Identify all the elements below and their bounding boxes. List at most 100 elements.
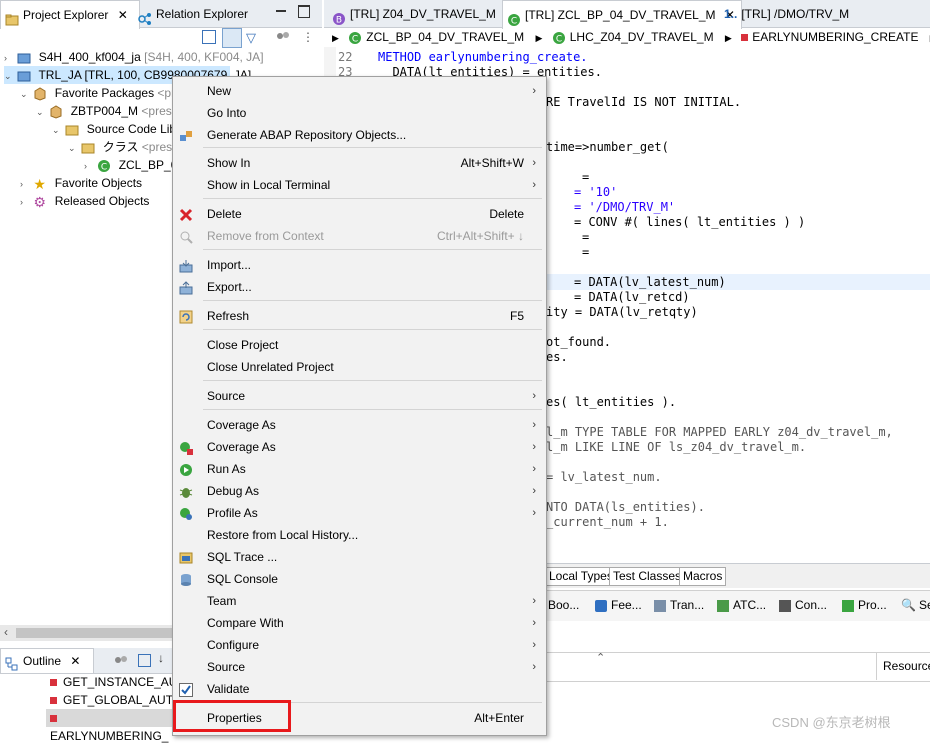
line-number: 22 [338,50,352,65]
tab-macros[interactable]: Macros [679,567,726,586]
tab-relation-explorer[interactable]: Relation Explorer [134,0,254,28]
breadcrumb-local-class[interactable]: LHC_Z04_DV_TRAVEL_M [570,30,714,44]
collapse-icon[interactable]: ⌄ [4,67,14,85]
menu-item-refresh[interactable]: RefreshF5 [173,305,546,327]
menu-item-team[interactable]: Team› [173,590,546,612]
menu-item-restore-from-local-history[interactable]: Restore from Local History... [173,524,546,546]
menu-separator [203,249,542,250]
breadcrumb-method[interactable]: EARLYNUMBERING_CREATE [752,30,918,44]
outline-icon [5,655,19,669]
menu-item-source[interactable]: Source› [173,385,546,407]
scroll-left-icon[interactable]: ‹ [4,625,8,639]
tree-item-class-folder[interactable]: ⌄ クラス <press [68,138,178,156]
tb-label: Boo... [548,598,579,612]
view-bookmarks[interactable]: Boo... [548,597,579,613]
menu-item-go-into[interactable]: Go Into [173,102,546,124]
menu-item-profile-as[interactable]: Profile As› [173,502,546,524]
view-transport[interactable]: Tran... [654,597,704,613]
menu-item-validate[interactable]: Validate [173,678,546,700]
column-label: Resource [883,659,930,673]
folder-icon [81,141,95,155]
generate-icon [179,128,193,142]
minimize-icon[interactable] [276,5,286,15]
tree-item-source-lib[interactable]: ⌄ Source Code Lib [52,120,176,138]
menu-item-label: Export... [207,276,252,298]
menu-item-coverage-as[interactable]: Coverage As› [173,436,546,458]
outline-toolbar-icon[interactable] [114,654,128,666]
submenu-arrow-icon: › [532,458,536,480]
resource-column-header[interactable]: Resource [876,652,930,680]
properties-highlight-box [173,700,291,732]
tree-item-favorite-objects[interactable]: › ★ Favorite Objects [20,174,142,192]
menu-item-sql-trace[interactable]: SQL Trace ... [173,546,546,568]
menu-item-show-in-local-terminal[interactable]: Show in Local Terminal› [173,174,546,196]
console-icon [779,600,791,612]
left-tab-bar: Project Explorer ✕ Relation Explorer [0,0,322,28]
collapse-icon[interactable]: ⌄ [52,121,62,139]
close-icon[interactable]: ✕ [70,654,80,668]
expand-icon[interactable]: › [4,49,14,67]
menu-item-export[interactable]: Export... [173,276,546,298]
relation-explorer-icon [138,8,152,22]
tree-label: Released Objects [55,194,150,208]
tab-local-types[interactable]: Local Types [545,567,617,586]
filter-icon[interactable]: ▽ [246,30,256,46]
tab-editor-behavior[interactable]: B[TRL] Z04_DV_TRAVEL_M [328,0,502,28]
link-with-editor-icon[interactable] [222,28,242,48]
expand-icon[interactable]: › [20,175,30,193]
menu-item-shortcut: Alt+Enter [474,707,524,729]
scroll-thumb[interactable] [16,628,176,638]
breadcrumb-class[interactable]: ZCL_BP_04_DV_TRAVEL_M [366,30,524,44]
view-search[interactable]: 🔍Se [901,597,930,613]
tree-item-s4h[interactable]: › S4H_400_kf004_ja [S4H, 400, KF004, JA] [4,48,264,66]
menu-item-compare-with[interactable]: Compare With› [173,612,546,634]
tab-editor-class[interactable]: C[TRL] ZCL_BP_04_DV_TRAVEL_M ✕ [502,0,742,29]
tab-project-explorer-label: Project Explorer [23,8,108,22]
view-problems[interactable]: Pro... [842,597,887,613]
submenu-arrow-icon: › [532,414,536,436]
view-console[interactable]: Con... [779,597,827,613]
close-icon[interactable]: ✕ [118,8,128,22]
collapse-all-icon[interactable] [202,30,216,44]
menu-item-show-in[interactable]: Show InAlt+Shift+W› [173,152,546,174]
expand-icon[interactable]: › [20,193,30,211]
view-menu-icon[interactable]: ⋮ [302,30,314,44]
tab-outline[interactable]: Outline ✕ [0,648,94,673]
collapse-icon[interactable]: ⌄ [20,85,30,103]
view-options-icon[interactable] [276,30,290,42]
menu-item-new[interactable]: New› [173,80,546,102]
tree-label: S4H_400_kf004_ja [39,50,141,64]
menu-item-close-unrelated-project[interactable]: Close Unrelated Project [173,356,546,378]
view-feed[interactable]: Fee... [595,597,642,613]
sort-icon[interactable]: ↓ [158,651,164,665]
tree-item-favorite-packages[interactable]: ⌄ Favorite Packages <pre [20,84,182,102]
menu-item-delete[interactable]: DeleteDelete [173,203,546,225]
menu-item-label: Compare With [207,612,284,634]
outline-item-selected[interactable]: EARLYNUMBERING_ [46,709,180,727]
menu-item-source[interactable]: Source› [173,656,546,678]
menu-item-generate-abap-repository-objects[interactable]: Generate ABAP Repository Objects... [173,124,546,146]
outline-item[interactable]: GET_GLOBAL_AUTH [50,691,182,709]
maximize-icon[interactable] [298,5,310,18]
collapse-icon[interactable]: ⌄ [36,103,46,121]
menu-item-close-project[interactable]: Close Project [173,334,546,356]
submenu-arrow-icon: › [532,80,536,102]
tab-test-classes[interactable]: Test Classes [609,567,685,586]
explorer-toolbar: ▽ ⋮ [200,28,320,48]
tab-project-explorer[interactable]: Project Explorer ✕ [0,0,140,29]
sql-trace-icon [179,550,193,564]
menu-item-configure[interactable]: Configure› [173,634,546,656]
tree-item-package[interactable]: ⌄ ZBTP004_M <press [36,102,178,120]
menu-item-debug-as[interactable]: Debug As› [173,480,546,502]
expand-icon[interactable]: › [84,157,94,175]
collapse-icon[interactable]: ⌄ [68,139,78,157]
menu-item-import[interactable]: Import... [173,254,546,276]
collapse-all-icon[interactable] [138,654,151,667]
tab-editor-number-range[interactable]: 1..[TRL] /DMO/TRV_M [720,0,855,28]
menu-item-sql-console[interactable]: SQL Console [173,568,546,590]
tree-item-class[interactable]: › C ZCL_BP_04 [84,156,184,174]
view-atc[interactable]: ATC... [717,597,766,613]
menu-item-run-as[interactable]: Run As› [173,458,546,480]
tree-item-released-objects[interactable]: › ⚙ Released Objects [20,192,149,210]
menu-item-coverage-as[interactable]: Coverage As› [173,414,546,436]
